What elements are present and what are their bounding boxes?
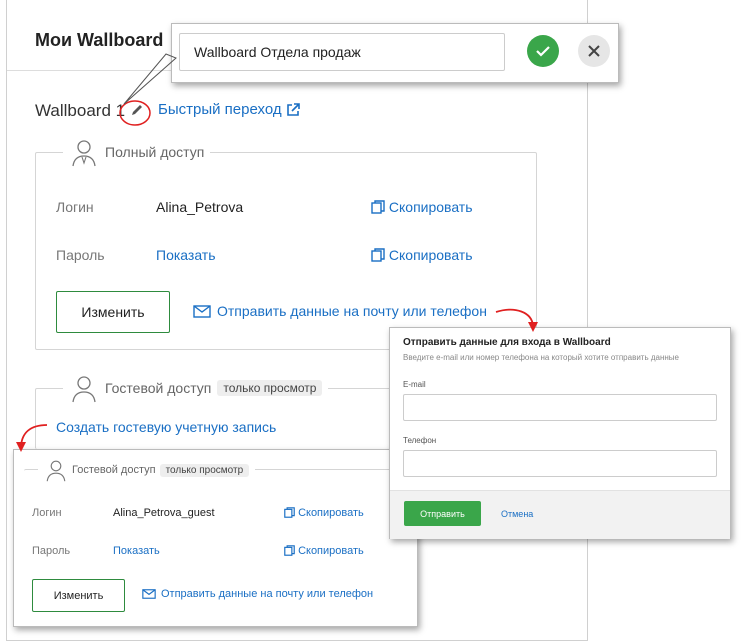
callout-leader-line <box>123 53 177 105</box>
pencil-highlight-circle <box>119 100 151 126</box>
create-guest-arrowhead <box>16 442 26 452</box>
send-arrowhead <box>528 322 538 332</box>
annotation-overlay <box>16 53 538 452</box>
send-arrow <box>495 308 534 327</box>
